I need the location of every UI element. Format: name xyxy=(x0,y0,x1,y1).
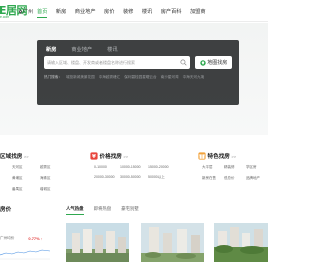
building-image xyxy=(66,223,129,262)
hot-search-item[interactable]: 保利碧桂园星曜云台 xyxy=(124,75,156,80)
price-finder-label: 价格找房 xyxy=(99,154,122,160)
feature-finder-grid: 大平层 精装修 学区房 新房在售 低总价 品牌地产 xyxy=(202,165,268,181)
nav-decoration[interactable]: 装修 xyxy=(123,6,133,18)
search-tab-new-homes[interactable]: 新房 xyxy=(46,46,56,56)
feature-finder-title[interactable]: 特色找房 >> xyxy=(198,152,236,160)
feature-finder-label: 特色找房 xyxy=(207,154,230,160)
avg-price-label: 广州均价 xyxy=(0,236,15,240)
chevron-right-icon: >> xyxy=(123,153,129,159)
area-item[interactable]: 天河区 xyxy=(12,165,40,170)
price-item[interactable]: 50000以上 xyxy=(148,175,174,180)
logo-subtitle: e.com xyxy=(0,15,10,19)
search-panel: 新房 商业地产 楼讯 地图找房 热门搜索： 城投新城美景花园 中海越秀峰汇 保利… xyxy=(37,40,239,105)
hot-search-label: 热门搜索： xyxy=(44,75,62,79)
feature-item[interactable]: 大平层 xyxy=(202,165,224,170)
price-item[interactable]: 20000-30000 xyxy=(94,175,120,180)
hot-searches: 热门搜索： 城投新城美景花园 中海越秀峰汇 保利碧桂园星曜云台 南沙星河湾 中海… xyxy=(44,75,204,80)
search-box xyxy=(44,56,190,69)
main-nav: 首页 新房 商业地产 房价 装修 楼讯 房产百科 加盟商 xyxy=(37,6,214,18)
feature-item[interactable]: 品牌地产 xyxy=(246,176,268,181)
nav-franchise[interactable]: 加盟商 xyxy=(190,6,206,18)
svg-text:¥: ¥ xyxy=(92,154,96,160)
map-pin-icon xyxy=(200,59,206,66)
hot-search-item[interactable]: 中海天河九境 xyxy=(183,75,205,80)
price-sparkline xyxy=(0,249,50,260)
gift-icon xyxy=(198,152,206,160)
price-finder: ¥ 价格找房 >> xyxy=(90,152,128,160)
search-icon[interactable] xyxy=(180,59,187,66)
trend-up-icon: ↑ xyxy=(40,237,43,241)
price-change: 0.77% xyxy=(28,236,40,241)
feature-item[interactable]: 精装修 xyxy=(224,165,246,170)
nav-prices[interactable]: 房价 xyxy=(104,6,114,18)
map-button-label: 地图找房 xyxy=(207,60,228,66)
hot-search-item[interactable]: 南沙星河湾 xyxy=(161,75,179,80)
hot-search-item[interactable]: 中海越秀峰汇 xyxy=(99,75,121,80)
nav-commercial[interactable]: 商业地产 xyxy=(75,6,96,18)
city-name: 广州 xyxy=(23,9,34,15)
search-tab-news[interactable]: 楼讯 xyxy=(107,46,117,56)
bottom-section: 房价 广州均价 0.77% ↑ 人气热盘 即将热盘 豪宅别墅 xyxy=(0,201,268,262)
area-finder-grid: 天河区 越秀区 黄埔区 海珠区 番禺区 增城区 xyxy=(12,165,60,192)
building-image xyxy=(141,223,204,262)
tab-upcoming[interactable]: 即将热盘 xyxy=(94,206,112,215)
price-trend-row: 广州均价 0.77% ↑ xyxy=(0,236,43,241)
feature-item[interactable]: 低总价 xyxy=(224,176,246,181)
search-tabs: 新房 商业地产 楼讯 xyxy=(46,46,118,56)
chevron-right-icon: >> xyxy=(231,153,237,159)
price-finder-grid: 0-10000 10000-15000 15000-20000 20000-30… xyxy=(94,165,174,180)
listing-photo[interactable] xyxy=(214,223,268,262)
nav-wiki[interactable]: 房产百科 xyxy=(161,6,182,18)
finder-sections: 区域找房 >> 天河区 越秀区 黄埔区 海珠区 番禺区 增城区 ¥ 价格找房 >… xyxy=(0,152,268,194)
building-image xyxy=(214,223,268,262)
area-item[interactable]: 海珠区 xyxy=(40,176,60,181)
tab-popular[interactable]: 人气热盘 xyxy=(66,206,84,215)
search-tab-commercial[interactable]: 商业地产 xyxy=(71,46,92,56)
area-item[interactable]: 番禺区 xyxy=(12,187,40,192)
listing-photo[interactable] xyxy=(66,223,129,262)
listing-tabs: 人气热盘 即将热盘 豪宅别墅 xyxy=(66,206,139,215)
site-header: E居网 e.com 广州 首页 新房 商业地产 房价 装修 楼讯 房产百科 加盟… xyxy=(0,0,268,22)
listing-photo[interactable] xyxy=(141,223,204,262)
area-item[interactable]: 越秀区 xyxy=(40,165,60,170)
price-section-title: 房价 xyxy=(0,207,12,213)
area-item[interactable]: 黄埔区 xyxy=(12,176,40,181)
price-tag-icon: ¥ xyxy=(90,152,98,160)
nav-new-homes[interactable]: 新房 xyxy=(56,6,66,18)
feature-item[interactable]: 新房在售 xyxy=(202,176,224,181)
price-finder-title[interactable]: ¥ 价格找房 >> xyxy=(90,152,128,160)
search-input[interactable] xyxy=(44,56,176,69)
price-item[interactable]: 15000-20000 xyxy=(148,165,174,169)
location-pin-icon xyxy=(19,9,22,14)
area-finder-label: 区域找房 xyxy=(0,154,23,160)
chevron-right-icon: >> xyxy=(23,153,29,159)
feature-item[interactable]: 学区房 xyxy=(246,165,268,170)
tab-luxury[interactable]: 豪宅别墅 xyxy=(121,206,139,215)
price-item[interactable]: 30000-50000 xyxy=(120,175,148,180)
feature-finder: 特色找房 >> xyxy=(198,152,236,160)
nav-news[interactable]: 楼讯 xyxy=(142,6,152,18)
price-item[interactable]: 0-10000 xyxy=(94,165,120,169)
map-search-button[interactable]: 地图找房 xyxy=(195,56,232,69)
area-finder-title[interactable]: 区域找房 >> xyxy=(0,152,29,161)
area-item[interactable]: 增城区 xyxy=(40,187,60,192)
area-finder: 区域找房 >> xyxy=(0,152,29,161)
city-selector[interactable]: 广州 xyxy=(19,8,33,15)
nav-home[interactable]: 首页 xyxy=(37,6,48,18)
hot-search-item[interactable]: 城投新城美景花园 xyxy=(66,75,95,80)
price-item[interactable]: 10000-15000 xyxy=(120,165,148,169)
